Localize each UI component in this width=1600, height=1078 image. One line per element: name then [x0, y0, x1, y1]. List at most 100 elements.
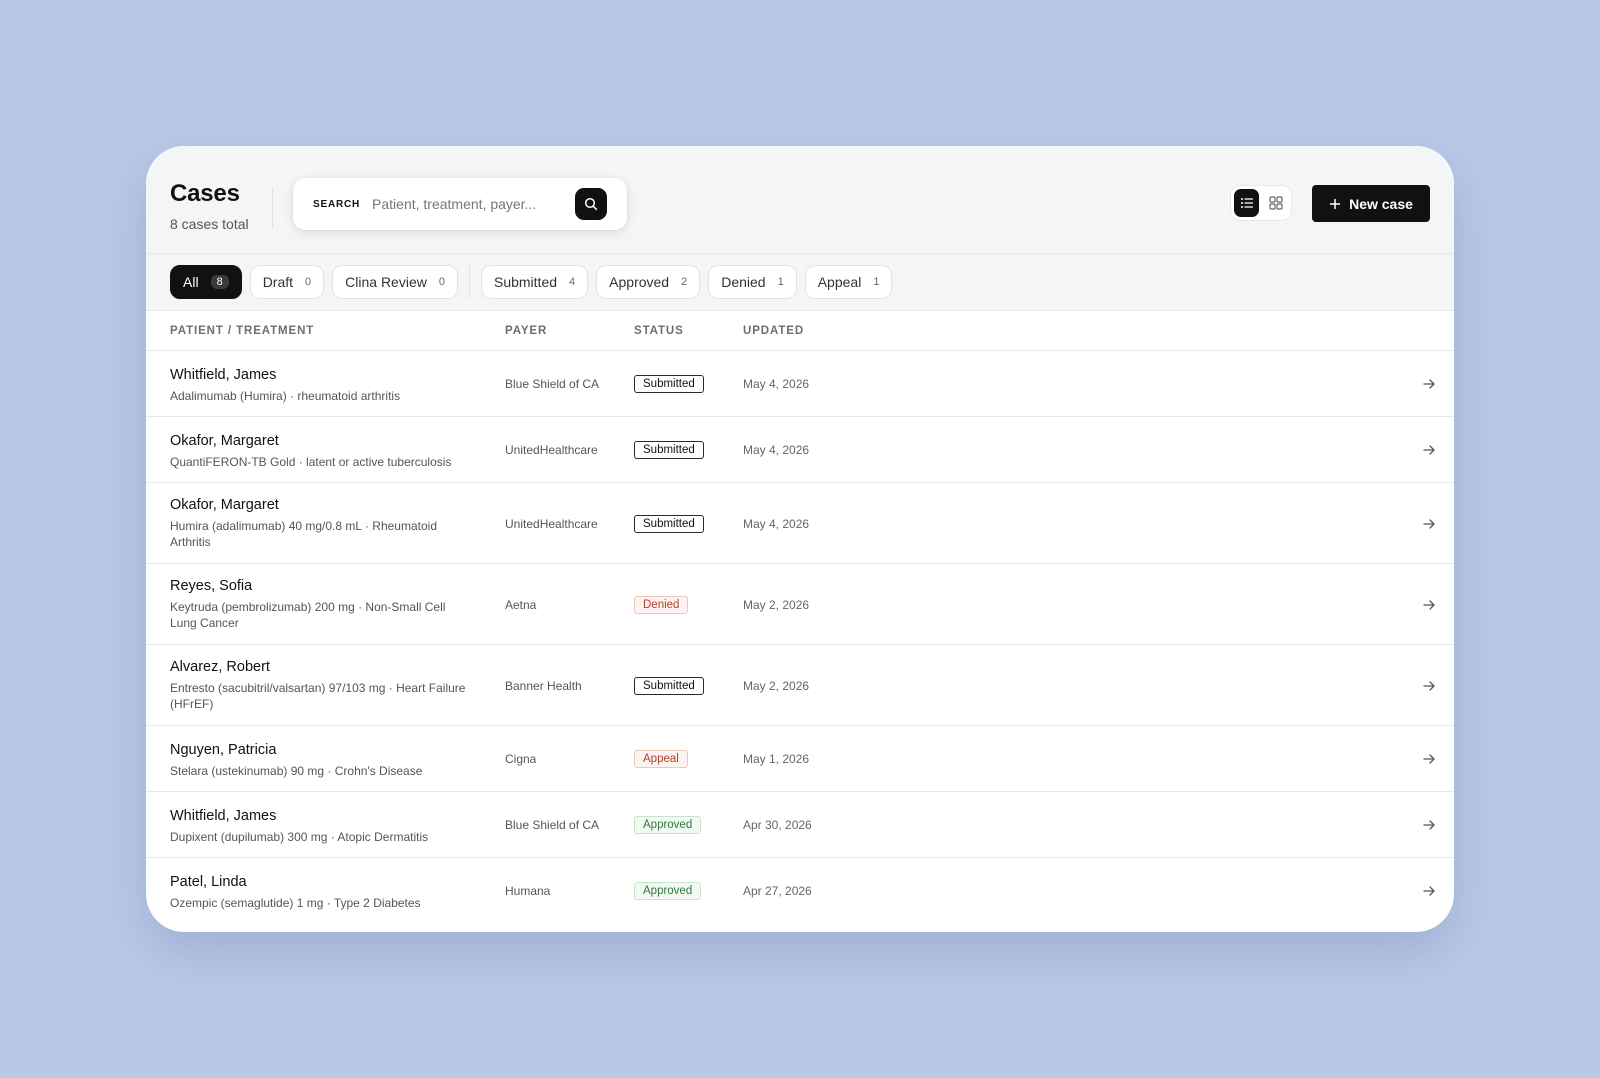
status-badge: Submitted: [634, 375, 704, 393]
status-cell: Submitted: [634, 440, 704, 459]
patient-name: Okafor, Margaret: [170, 433, 279, 449]
cases-count: 8 cases total: [170, 216, 249, 232]
filter-count: 4: [569, 276, 576, 288]
patient-cell: Whitfield, James Adalimumab (Humira) · rh…: [170, 367, 470, 404]
table-header: PATIENT / TREATMENT PAYER STATUS UPDATED: [146, 311, 1454, 351]
table-row[interactable]: Whitfield, James Dupixent (dupilumab) 300…: [146, 792, 1454, 858]
table-row[interactable]: Patel, Linda Ozempic (semaglutide) 1 mg ·…: [146, 858, 1454, 924]
filter-count: 0: [305, 276, 312, 288]
payer-cell: Humana: [505, 884, 551, 898]
treatment-text: Humira (adalimumab) 40 mg/0.8 mL · Rheum…: [170, 519, 437, 549]
arrow-right-icon[interactable]: [1422, 818, 1436, 832]
updated-cell: Apr 27, 2026: [743, 884, 812, 898]
patient-name: Alvarez, Robert: [170, 659, 270, 675]
payer-cell: Cigna: [505, 752, 537, 766]
payer-cell: UnitedHealthcare: [505, 443, 598, 457]
column-payer[interactable]: PAYER: [505, 325, 547, 337]
patient-cell: Okafor, Margaret Humira (adalimumab) 40 m…: [170, 497, 470, 550]
status-cell: Submitted: [634, 676, 704, 695]
arrow-right-icon[interactable]: [1422, 598, 1436, 612]
filter-label: Approved: [609, 274, 670, 290]
updated-cell: Apr 30, 2026: [743, 818, 812, 832]
table-row[interactable]: Whitfield, James Adalimumab (Humira) · rh…: [146, 351, 1454, 417]
column-updated[interactable]: UPDATED: [743, 325, 804, 337]
table-row[interactable]: Okafor, Margaret Humira (adalimumab) 40 m…: [146, 483, 1454, 564]
search-button[interactable]: [575, 188, 607, 220]
patient-name: Whitfield, James: [170, 808, 277, 824]
treatment-text: Stelara (ustekinumab) 90 mg · Crohn's Di…: [170, 764, 423, 778]
patient-cell: Reyes, Sofia Keytruda (pembrolizumab) 200…: [170, 578, 470, 631]
payer-cell: Banner Health: [505, 679, 582, 693]
status-badge: Appeal: [634, 750, 688, 768]
status-badge: Denied: [634, 596, 689, 614]
cases-panel: Cases 8 cases total SEARCH Patient, trea…: [146, 146, 1454, 932]
arrow-right-icon[interactable]: [1422, 679, 1436, 693]
status-badge: Approved: [634, 816, 702, 834]
payer-cell: Blue Shield of CA: [505, 377, 600, 391]
patient-cell: Okafor, Margaret QuantiFERON-TB Gold · la…: [170, 433, 470, 470]
filter-count: 2: [681, 276, 688, 288]
arrow-right-icon[interactable]: [1422, 752, 1436, 766]
treatment-text: Entresto (sacubitril/valsartan) 97/103 m…: [170, 681, 466, 711]
filter-count: 0: [438, 276, 445, 288]
payer-cell: Blue Shield of CA: [505, 818, 600, 832]
filter-approved[interactable]: Approved 2: [596, 265, 701, 299]
status-cell: Submitted: [634, 374, 704, 393]
status-badge: Submitted: [634, 677, 704, 695]
table-body: Whitfield, James Adalimumab (Humira) · rh…: [146, 351, 1454, 924]
filter-label: Submitted: [493, 274, 558, 290]
status-badge: Submitted: [634, 441, 704, 459]
view-toggle: [1230, 185, 1292, 221]
treatment-text: Keytruda (pembrolizumab) 200 mg · Non-Sm…: [170, 600, 446, 630]
column-patient[interactable]: PATIENT / TREATMENT: [170, 325, 314, 337]
patient-name: Whitfield, James: [170, 367, 277, 383]
list-view-button[interactable]: [1234, 189, 1259, 217]
filter-count: 8: [210, 275, 229, 289]
filter-denied[interactable]: Denied 1: [708, 265, 797, 299]
header: Cases 8 cases total SEARCH Patient, trea…: [146, 146, 1454, 254]
treatment-text: QuantiFERON-TB Gold · latent or active t…: [170, 455, 452, 469]
filter-label: Draft: [262, 274, 294, 290]
filter-label: Clina Review: [345, 274, 427, 290]
grid-view-button[interactable]: [1263, 189, 1288, 217]
payer-cell: Aetna: [505, 598, 537, 612]
page-title: Cases: [170, 180, 240, 207]
status-cell: Submitted: [634, 514, 704, 533]
patient-cell: Alvarez, Robert Entresto (sacubitril/vals…: [170, 659, 470, 712]
updated-cell: May 4, 2026: [743, 443, 810, 457]
filter-label: All: [183, 274, 199, 290]
status-cell: Appeal: [634, 749, 688, 768]
search-input[interactable]: [372, 196, 573, 212]
filter-appeal[interactable]: Appeal 1: [804, 265, 893, 299]
status-cell: Approved: [634, 815, 702, 834]
table-row[interactable]: Reyes, Sofia Keytruda (pembrolizumab) 200…: [146, 564, 1454, 645]
grid-icon: [1268, 196, 1283, 210]
new-case-label: New case: [1349, 195, 1413, 212]
table-row[interactable]: Okafor, Margaret QuantiFERON-TB Gold · la…: [146, 417, 1454, 483]
filter-count: 1: [873, 276, 880, 288]
treatment-text: Dupixent (dupilumab) 300 mg · Atopic Der…: [170, 830, 429, 844]
filter-draft[interactable]: Draft 0: [249, 265, 325, 299]
column-status[interactable]: STATUS: [634, 325, 684, 337]
filter-submitted[interactable]: Submitted 4: [480, 265, 589, 299]
patient-cell: Whitfield, James Dupixent (dupilumab) 300…: [170, 808, 470, 845]
new-case-button[interactable]: New case: [1312, 185, 1430, 222]
status-cell: Denied: [634, 595, 689, 614]
patient-cell: Patel, Linda Ozempic (semaglutide) 1 mg ·…: [170, 874, 470, 911]
status-badge: Approved: [634, 882, 702, 900]
filter-all[interactable]: All 8: [170, 265, 242, 299]
table-row[interactable]: Alvarez, Robert Entresto (sacubitril/vals…: [146, 645, 1454, 726]
arrow-right-icon[interactable]: [1422, 884, 1436, 898]
arrow-right-icon[interactable]: [1422, 377, 1436, 391]
header-divider: [272, 188, 273, 228]
arrow-right-icon[interactable]: [1422, 443, 1436, 457]
filter-clina-review[interactable]: Clina Review 0: [332, 265, 458, 299]
filter-label: Denied: [721, 274, 766, 290]
filter-count: 1: [777, 276, 784, 288]
updated-cell: May 2, 2026: [743, 679, 810, 693]
search-label: SEARCH: [313, 198, 361, 210]
updated-cell: May 4, 2026: [743, 517, 810, 531]
arrow-right-icon[interactable]: [1422, 517, 1436, 531]
table-row[interactable]: Nguyen, Patricia Stelara (ustekinumab) 90…: [146, 726, 1454, 792]
patient-name: Nguyen, Patricia: [170, 742, 277, 758]
